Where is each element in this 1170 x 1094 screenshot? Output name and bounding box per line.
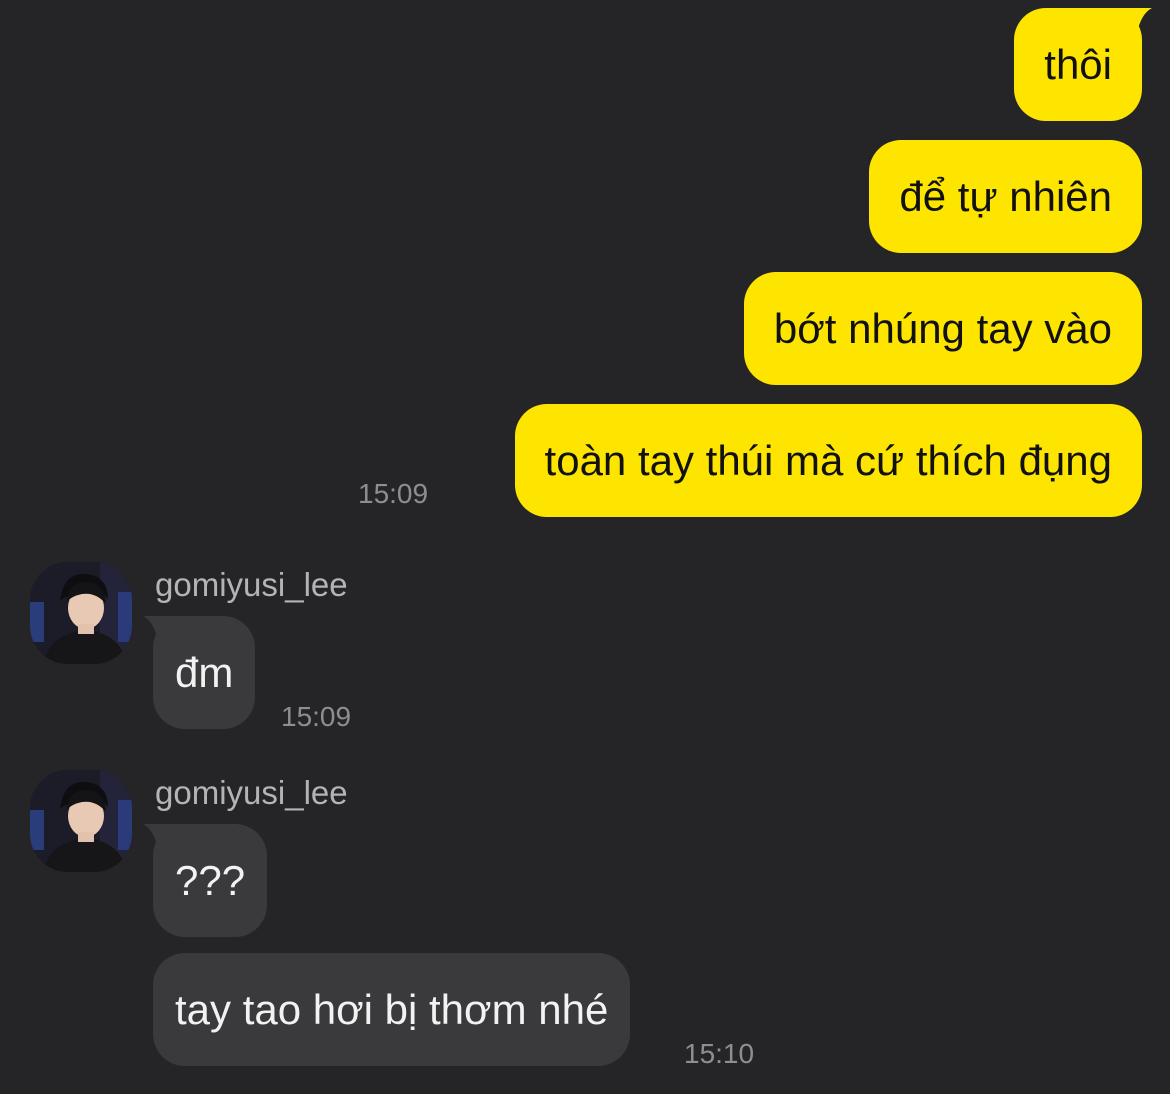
message-text: thôi bbox=[1044, 41, 1112, 88]
message-text: toàn tay thúi mà cứ thích đụng bbox=[544, 437, 1112, 484]
incoming-message-bubble[interactable]: đm bbox=[153, 616, 256, 729]
message-timestamp: 15:10 bbox=[684, 1038, 755, 1069]
outgoing-message-bubble[interactable]: toàn tay thúi mà cứ thích đụng bbox=[514, 404, 1142, 517]
sender-name: gomiyusi_lee bbox=[155, 566, 348, 603]
incoming-message-bubble[interactable]: ??? bbox=[153, 824, 268, 937]
message-timestamp: 15:09 bbox=[281, 701, 352, 732]
chat-view[interactable]: thôi để tự nhiên bớt nhúng tay vào toàn … bbox=[0, 0, 1170, 1094]
message-text: bớt nhúng tay vào bbox=[773, 305, 1112, 352]
message-text: đm bbox=[175, 649, 234, 696]
outgoing-message-bubble[interactable]: để tự nhiên bbox=[869, 140, 1142, 253]
message-text: để tự nhiên bbox=[899, 173, 1112, 220]
incoming-message-bubble[interactable]: tay tao hơi bị thơm nhé bbox=[153, 953, 631, 1066]
outgoing-message-bubble[interactable]: bớt nhúng tay vào bbox=[743, 272, 1142, 385]
message-timestamp: 15:09 bbox=[358, 478, 429, 509]
sender-name: gomiyusi_lee bbox=[155, 774, 348, 811]
message-text: ??? bbox=[175, 857, 246, 904]
outgoing-message-bubble[interactable]: thôi bbox=[1014, 8, 1142, 121]
avatar[interactable] bbox=[30, 770, 132, 872]
message-text: tay tao hơi bị thơm nhé bbox=[175, 986, 609, 1033]
avatar[interactable] bbox=[30, 562, 132, 664]
